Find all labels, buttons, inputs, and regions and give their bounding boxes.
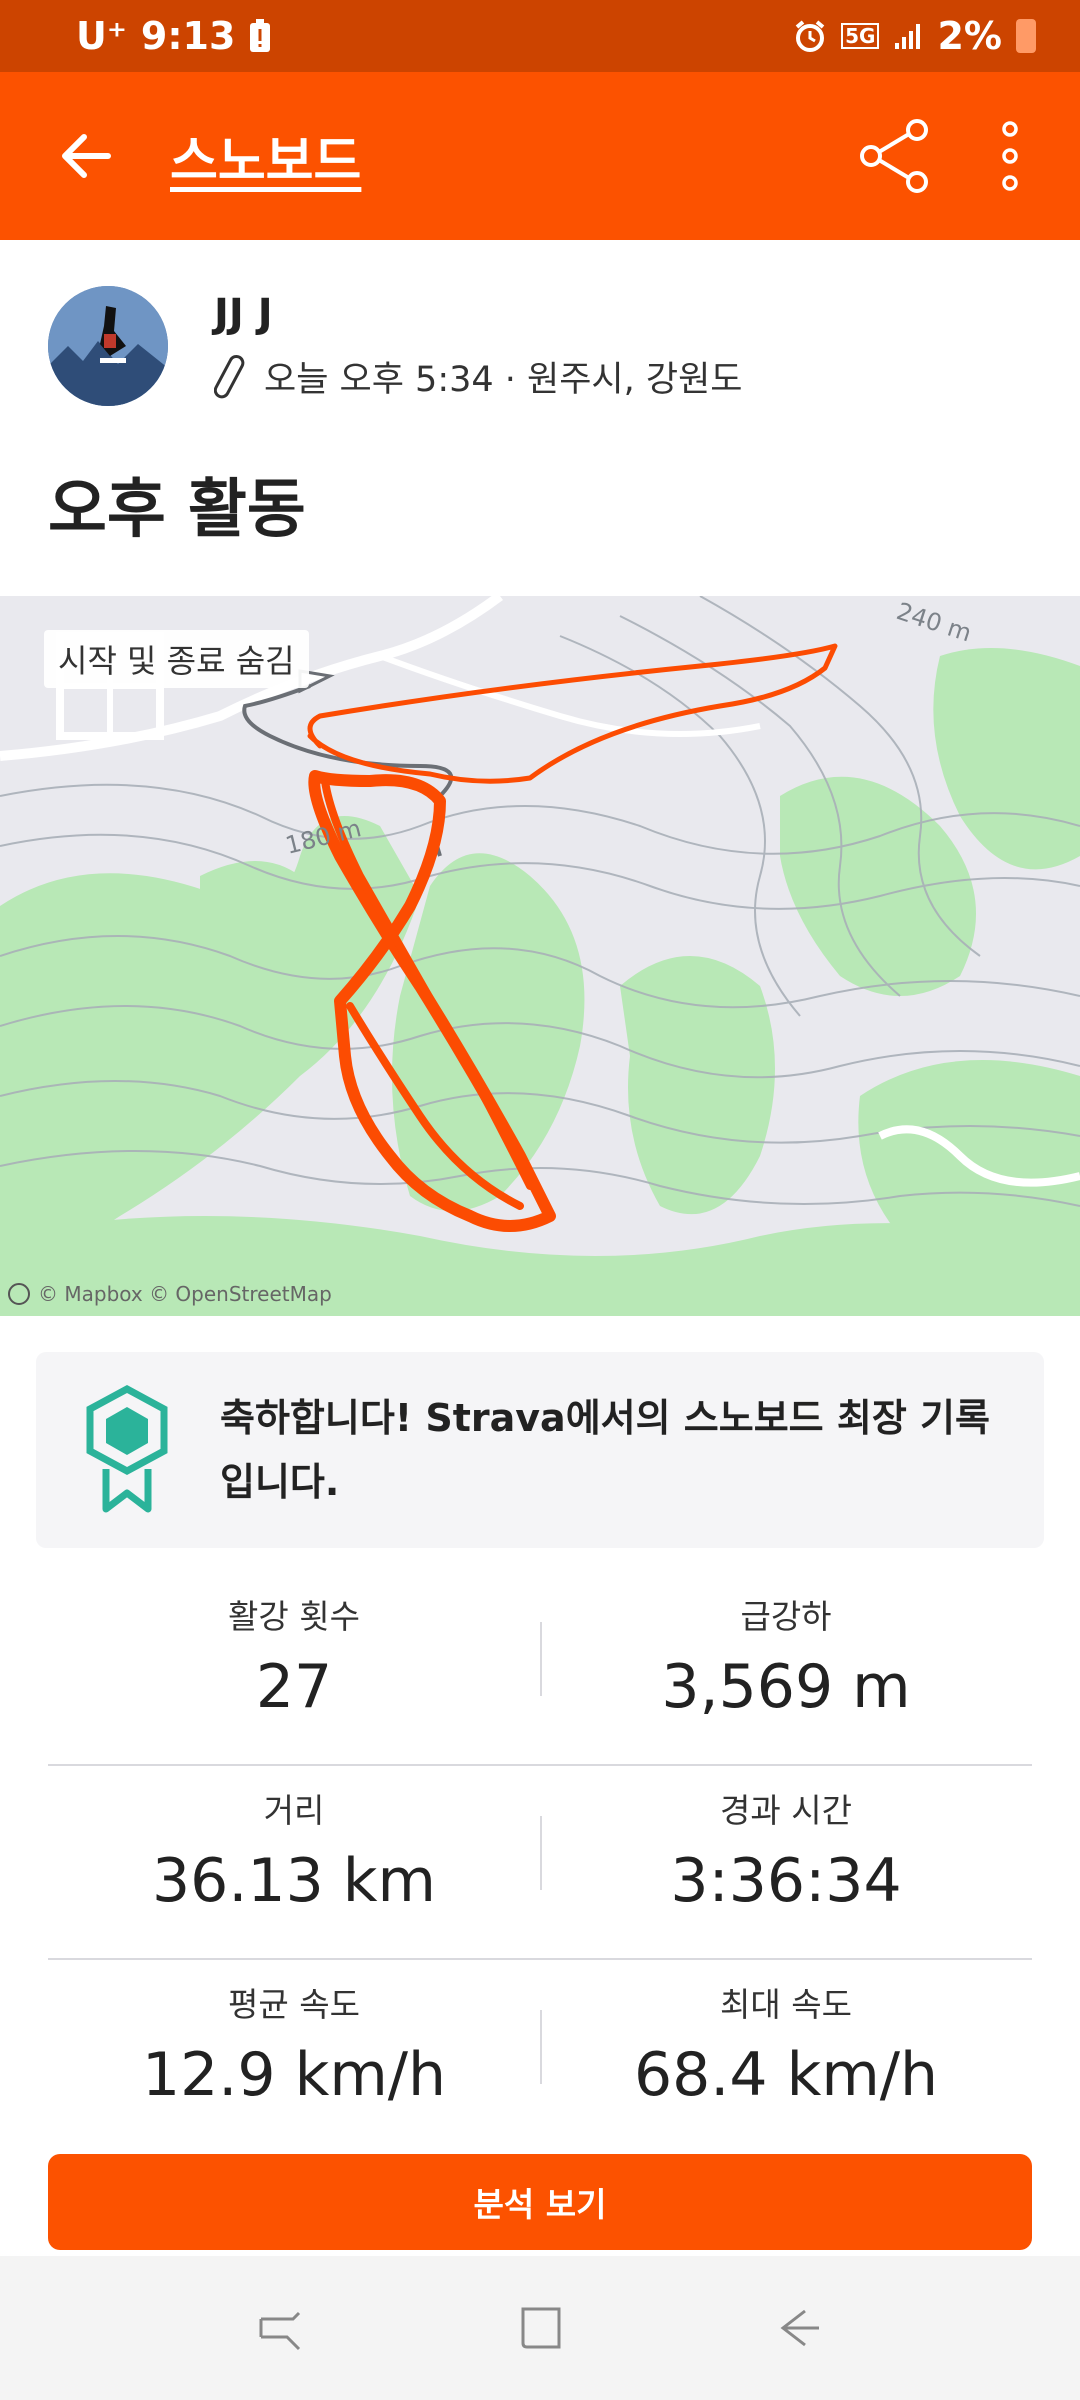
stat-label: 활강 횟수 (228, 1597, 360, 1636)
activity-title: 오후 활동 (48, 473, 306, 547)
back-nav-icon (780, 2309, 819, 2347)
system-nav-bar (0, 2256, 1080, 2400)
more-vertical-icon (1002, 121, 1018, 191)
divider (540, 1622, 542, 1696)
stat-runs: 활강 횟수 27 (48, 1572, 540, 1764)
network-5g-icon: 5G (841, 23, 880, 49)
stat-distance: 거리 36.13 km (48, 1766, 540, 1958)
status-time: 9:13 (140, 14, 236, 58)
attribution-text: © Mapbox © OpenStreetMap (38, 1282, 332, 1306)
alarm-icon (793, 19, 827, 53)
achievement-badge-icon (86, 1385, 168, 1513)
stat-label: 최대 속도 (720, 1985, 852, 2024)
athlete-name[interactable]: JJ J (214, 291, 742, 337)
stat-value: 27 (255, 1652, 333, 1722)
stats-row: 평균 속도 12.9 km/h 최대 속도 68.4 km/h (48, 1960, 1032, 2154)
alert-battery-icon (249, 19, 271, 53)
view-analysis-button[interactable]: 분석 보기 (48, 2154, 1032, 2250)
avatar-image (48, 286, 168, 406)
map-attribution[interactable]: © Mapbox © OpenStreetMap (8, 1282, 332, 1306)
route-map[interactable]: 180 m 240 m (0, 596, 1080, 1316)
stat-label: 급강하 (740, 1597, 832, 1636)
mapbox-logo-icon (8, 1283, 30, 1305)
achievement-text: 축하합니다! Strava에서의 스노보드 최장 기록입니다. (220, 1396, 990, 1504)
stat-label: 평균 속도 (228, 1985, 360, 2024)
stats-row: 거리 36.13 km 경과 시간 3:36:34 (48, 1766, 1032, 1960)
stat-value: 12.9 km/h (141, 2040, 447, 2110)
battery-icon (1016, 19, 1036, 53)
stat-label: 경과 시간 (720, 1791, 852, 1830)
stat-value: 36.13 km (151, 1846, 437, 1916)
home-button[interactable] (500, 2288, 580, 2368)
activity-meta: 오늘 오후 5:34 · 원주시, 강원도 (264, 359, 743, 400)
map-canvas: 180 m 240 m (0, 596, 1080, 1316)
carrier-label: U⁺ (76, 14, 127, 58)
divider (540, 2010, 542, 2084)
stat-value: 3:36:34 (670, 1846, 902, 1916)
stat-label: 거리 (263, 1791, 325, 1830)
achievement-card[interactable]: 축하합니다! Strava에서의 스노보드 최장 기록입니다. (36, 1352, 1044, 1548)
hide-start-end-label: 시작 및 종료 숨김 (44, 630, 309, 688)
stat-value: 68.4 km/h (633, 2040, 939, 2110)
back-nav-button[interactable] (760, 2288, 840, 2368)
more-options-button[interactable] (950, 72, 1070, 240)
home-square-icon (521, 2307, 561, 2349)
signal-icon (893, 21, 923, 51)
stat-avg-speed: 평균 속도 12.9 km/h (48, 1960, 540, 2154)
athlete-header: JJ J 오늘 오후 5:34 · 원주시, 강원도 (48, 286, 742, 406)
page-title: 스노보드 (170, 131, 362, 192)
stats-grid: 활강 횟수 27 급강하 3,569 m 거리 36.13 km 경과 시간 3… (48, 1572, 1032, 2154)
back-button[interactable] (0, 72, 170, 240)
share-icon (860, 119, 928, 193)
arrow-left-icon (62, 134, 111, 178)
stat-elapsed-time: 경과 시간 3:36:34 (540, 1766, 1032, 1958)
snowboard-icon (214, 353, 246, 399)
recent-apps-button[interactable] (240, 2288, 320, 2368)
status-bar: U⁺ 9:13 5G 2% (0, 0, 1080, 72)
app-bar: 스노보드 (0, 72, 1080, 240)
stat-max-speed: 최대 속도 68.4 km/h (540, 1960, 1032, 2154)
share-button[interactable] (840, 72, 950, 240)
avatar[interactable] (48, 286, 168, 406)
divider (540, 1816, 542, 1890)
recent-apps-icon (259, 2311, 301, 2351)
stat-value: 3,569 m (661, 1652, 911, 1722)
stats-row: 활강 횟수 27 급강하 3,569 m (48, 1572, 1032, 1766)
battery-percent: 2% (937, 14, 1002, 58)
stat-descent: 급강하 3,569 m (540, 1572, 1032, 1764)
contour-label-240: 240 m (893, 597, 975, 647)
